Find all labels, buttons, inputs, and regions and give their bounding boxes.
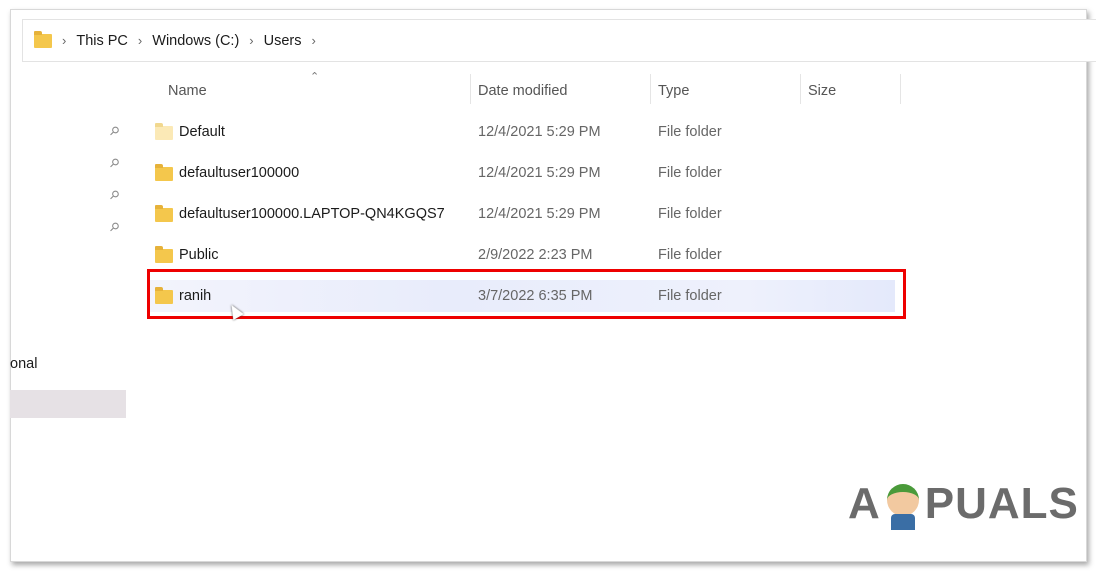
file-name: Default (179, 124, 225, 140)
folder-icon (155, 123, 173, 140)
column-divider[interactable] (800, 74, 801, 104)
highlight-box (147, 269, 906, 319)
file-type: File folder (658, 247, 722, 263)
file-name: Public (179, 247, 219, 263)
table-row[interactable]: defaultuser100000.LAPTOP-QN4KGQS7 12/4/2… (150, 198, 895, 230)
folder-icon (34, 30, 52, 48)
file-name: defaultuser100000.LAPTOP-QN4KGQS7 (179, 206, 445, 222)
column-header-type[interactable]: Type (658, 78, 689, 104)
table-row[interactable]: defaultuser100000 12/4/2021 5:29 PM File… (150, 157, 895, 189)
breadcrumb-windows-c[interactable]: Windows (C:) (152, 33, 239, 49)
appuals-watermark-logo: A PUALS (848, 478, 1079, 530)
sidebar-item-label[interactable]: onal (10, 356, 37, 372)
sort-ascending-icon: ⌃ (310, 71, 320, 83)
chevron-right-icon[interactable]: › (138, 33, 142, 48)
table-row[interactable]: Default 12/4/2021 5:29 PM File folder (150, 116, 895, 148)
file-name: defaultuser100000 (179, 165, 300, 181)
file-date: 2/9/2022 2:23 PM (478, 247, 593, 263)
address-bar[interactable]: › This PC › Windows (C:) › Users › (22, 19, 1096, 62)
file-date: 12/4/2021 5:29 PM (478, 165, 601, 181)
column-header-name[interactable]: Name (168, 78, 207, 104)
file-type: File folder (658, 124, 722, 140)
column-divider[interactable] (900, 74, 901, 104)
breadcrumb-users[interactable]: Users (264, 33, 302, 49)
column-header-date[interactable]: Date modified (478, 78, 567, 104)
chevron-right-icon[interactable]: › (312, 33, 316, 48)
folder-icon (155, 246, 173, 263)
file-date: 12/4/2021 5:29 PM (478, 206, 601, 222)
breadcrumb-this-pc[interactable]: This PC (76, 33, 128, 49)
column-header-size[interactable]: Size (808, 78, 836, 104)
column-divider[interactable] (470, 74, 471, 104)
file-date: 12/4/2021 5:29 PM (478, 124, 601, 140)
sidebar-item-selected[interactable] (10, 390, 126, 418)
chevron-right-icon: › (62, 33, 67, 48)
table-row[interactable]: Public 2/9/2022 2:23 PM File folder (150, 239, 895, 271)
mascot-icon (883, 478, 923, 530)
folder-icon (155, 164, 173, 181)
chevron-right-icon[interactable]: › (249, 33, 253, 48)
file-type: File folder (658, 206, 722, 222)
file-type: File folder (658, 165, 722, 181)
folder-icon (155, 205, 173, 222)
column-divider[interactable] (650, 74, 651, 104)
